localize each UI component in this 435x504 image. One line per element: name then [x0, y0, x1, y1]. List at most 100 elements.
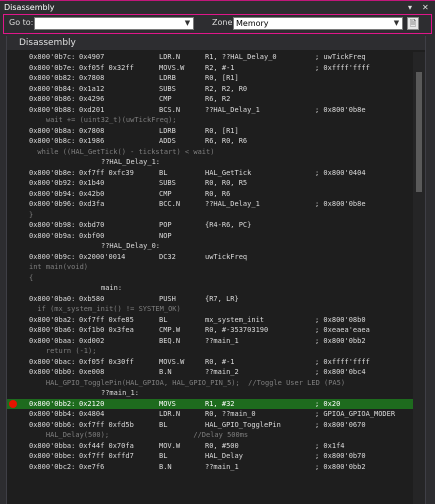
opcode-bytes: 0x1a12 [79, 84, 105, 93]
operands: R0, #-353703190 [205, 326, 269, 334]
operands: ??main_1 [205, 336, 239, 345]
breakpoint-icon[interactable] [9, 399, 17, 408]
instruction-row[interactable]: 0x800'0b7c: 0x4907 LDR.N R1, ??HAL_Delay_0;… [7, 52, 413, 63]
source-text: wait += (uint32_t)(uwTickFreq); [29, 116, 177, 124]
source-text: if (mx_system_init() != SYSTEM_OK) [29, 305, 181, 313]
mnemonic: MOVS.W [159, 63, 185, 72]
opcode-bytes: 0xf7ff 0xfe85 [79, 315, 134, 324]
source-line[interactable]: int main(void) [7, 262, 413, 273]
opcode-bytes: 0xf7ff 0xffd7 [79, 452, 134, 460]
instruction-row[interactable]: 0x800'0b8c: 0x1986 ADDS R6, R0, R6 [7, 136, 413, 147]
code-label[interactable]: ??main_1: [7, 388, 413, 399]
operands: R6, R0, R6 [205, 137, 248, 145]
instruction-row[interactable]: 0x800'0bbe: 0xf7ff 0xffd7 BL HAL_Delay ; 0x8… [7, 451, 413, 462]
source-line[interactable]: if (mx_system_init() != SYSTEM_OK) [7, 304, 413, 315]
instruction-row[interactable]: 0x800'0b86: 0x4296 CMP R6, R2 [7, 94, 413, 105]
chevron-down-icon[interactable]: ▼ [392, 18, 401, 29]
comment: ; 0x20 [315, 399, 341, 408]
source-line[interactable]: { [7, 273, 413, 284]
instruction-row[interactable]: 0x800'0b88: 0xd201 BCS.N ??HAL_Delay_1 ; 0x8… [7, 105, 413, 116]
instruction-row[interactable]: 0x800'0b96: 0xd3fa BCC.N ??HAL_Delay_1 ; 0x8… [7, 199, 413, 210]
code-label[interactable]: ??HAL_Delay_1: [7, 157, 413, 168]
instruction-row[interactable]: 0x800'0b8e: 0xf7ff 0xfc39 BL HAL_GetTick ; 0… [7, 168, 413, 179]
comment: ; GPIOA_GPIOA_MODER [315, 410, 396, 418]
instruction-row[interactable]: 0x800'0ba0: 0xb580 PUSH {R7, LR} [7, 294, 413, 305]
operands: R1, ??HAL_Delay_0 [205, 53, 277, 61]
vertical-scrollbar[interactable] [413, 52, 425, 504]
source-line[interactable]: HAL_GPIO_TogglePin(HAL_GPIOA, HAL_GPIO_P… [7, 378, 413, 389]
disassembly-listing[interactable]: 0x800'0b7c: 0x4907 LDR.N R1, ??HAL_Delay_0;… [7, 52, 413, 504]
source-text: int main(void) [29, 263, 89, 271]
operands: HAL_GetTick [205, 168, 252, 177]
opcode-bytes: 0xf1b0 0x3fea [79, 326, 134, 334]
address: 0x800'0b7c: [29, 53, 76, 61]
opcode-bytes: 0x4804 [79, 410, 105, 418]
mnemonic: LDR.N [159, 410, 181, 418]
code-label[interactable]: ??HAL_Delay_0: [7, 241, 413, 252]
dropdown-icon[interactable]: ▾ [408, 1, 412, 14]
comment: ; 0x800'0b8e [315, 200, 366, 208]
address: 0x800'0b82: [29, 74, 76, 82]
address: 0x800'0ba0: [29, 294, 76, 303]
address: 0x800'0b92: [29, 179, 76, 187]
instruction-row[interactable]: 0x800'0bb6: 0xf7ff 0xfd5b BL HAL_GPIO_Toggl… [7, 420, 413, 431]
source-line[interactable]: return (-1); [7, 346, 413, 357]
label-text: main: [101, 284, 123, 292]
opcode-bytes: 0xbf00 [79, 231, 105, 240]
instruction-row[interactable]: 0x800'0ba2: 0xf7ff 0xfe85 BL mx_system_init… [7, 315, 413, 326]
operands: R0, ??main_0 [205, 410, 256, 418]
comment: ; 0x800'08b0 [315, 315, 366, 324]
address: 0x800'0bc2: [29, 462, 76, 471]
mnemonic: NOP [159, 231, 172, 240]
opcode-bytes: 0xf05f 0x32ff [79, 63, 134, 72]
mnemonic: BEQ.N [159, 336, 181, 345]
address: 0x800'0b7e: [29, 63, 76, 72]
mnemonic: POP [159, 221, 172, 229]
breakpoint-row[interactable]: 0x800'0bb2: 0x2120 MOVS R1, #32 ; 0x20 [7, 398, 413, 409]
instruction-row[interactable]: 0x800'0b9a: 0xbf00 NOP [7, 231, 413, 242]
address: 0x800'0bba: [29, 441, 76, 450]
instruction-row[interactable]: 0x800'0ba6: 0xf1b0 0x3fea CMP.W R0, #-35370… [7, 325, 413, 336]
mnemonic: BL [159, 452, 168, 460]
instruction-row[interactable]: 0x800'0bb4: 0x4804 LDR.N R0, ??main_0 ; GPIO… [7, 409, 413, 420]
source-line[interactable]: HAL_Delay(500); //Delay 500ms [7, 430, 413, 441]
source-line[interactable]: while ((HAL_GetTick() - tickstart) < wai… [7, 147, 413, 158]
source-text: return (-1); [29, 347, 97, 355]
comment: ; uwTickFreq [315, 53, 366, 61]
instruction-row[interactable]: 0x800'0b7e: 0xf05f 0x32ff MOVS.W R2, #-1 ; 0… [7, 63, 413, 74]
source-line[interactable]: wait += (uint32_t)(uwTickFreq); [7, 115, 413, 126]
source-text: while ((HAL_GetTick() - tickstart) < wai… [29, 147, 215, 156]
close-icon[interactable]: ✕ [422, 1, 429, 14]
opcode-bytes: 0x1986 [79, 137, 105, 145]
instruction-row[interactable]: 0x800'0bc2: 0xe7f6 B.N ??main_1 ; 0x800'0bb2 [7, 462, 413, 473]
opcode-bytes: 0xf44f 0x70fa [79, 441, 134, 450]
instruction-row[interactable]: 0x800'0b82: 0x7808 LDRB R0, [R1] [7, 73, 413, 84]
page-icon-button[interactable]: 🗎 [407, 17, 419, 30]
instruction-row[interactable]: 0x800'0b9c: 0x2000'0014 DC32 uwTickFreq [7, 252, 413, 263]
source-line[interactable]: } [7, 210, 413, 221]
comment: ; 0x800'0404 [315, 168, 366, 177]
code-label[interactable]: main: [7, 283, 413, 294]
scrollbar-thumb[interactable] [416, 72, 422, 192]
opcode-bytes: 0xbd70 [79, 221, 105, 229]
goto-input[interactable]: ▼ [34, 17, 194, 30]
instruction-row[interactable]: 0x800'0b94: 0x42b0 CMP R0, R6 [7, 189, 413, 200]
instruction-row[interactable]: 0x800'0b98: 0xbd70 POP {R4-R6, PC} [7, 220, 413, 231]
opcode-bytes: 0xf7ff 0xfc39 [79, 168, 134, 177]
source-text: { [29, 273, 34, 282]
operands: ??HAL_Delay_1 [205, 105, 260, 114]
instruction-row[interactable]: 0x800'0b92: 0x1b40 SUBS R0, R0, R5 [7, 178, 413, 189]
chevron-down-icon[interactable]: ▼ [183, 18, 192, 29]
opcode-bytes: 0x2000'0014 [79, 252, 126, 261]
mnemonic: ADDS [159, 137, 176, 145]
instruction-row[interactable]: 0x800'0bb0: 0xe008 B.N ??main_2 ; 0x800'0bc4 [7, 367, 413, 378]
mnemonic: SUBS [159, 179, 176, 187]
zone-select[interactable]: Memory ▼ [233, 17, 403, 30]
address: 0x800'0b84: [29, 84, 76, 93]
instruction-row[interactable]: 0x800'0bac: 0xf05f 0x30ff MOVS.W R0, #-1 ; 0… [7, 357, 413, 368]
instruction-row[interactable]: 0x800'0baa: 0xd002 BEQ.N ??main_1 ; 0x800'0b… [7, 336, 413, 347]
instruction-row[interactable]: 0x800'0bba: 0xf44f 0x70fa MOV.W R0, #500 ; 0… [7, 441, 413, 452]
instruction-row[interactable]: 0x800'0b84: 0x1a12 SUBS R2, R2, R0 [7, 84, 413, 95]
instruction-row[interactable]: 0x800'0b8a: 0x7808 LDRB R0, [R1] [7, 126, 413, 137]
comment: ; 0xeaea'eaea [315, 326, 370, 334]
